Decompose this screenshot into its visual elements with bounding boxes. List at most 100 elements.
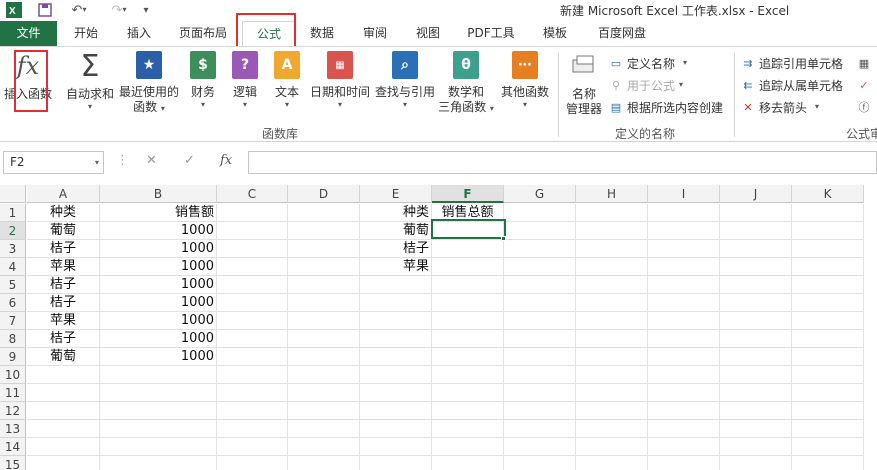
cell-k13[interactable] bbox=[792, 420, 864, 438]
cell-b3[interactable]: 1000 bbox=[100, 240, 217, 258]
cell-a5[interactable]: 桔子 bbox=[27, 276, 100, 294]
cell-k7[interactable] bbox=[792, 312, 864, 330]
tab-view[interactable]: 视图 bbox=[408, 21, 448, 46]
select-all-corner[interactable] bbox=[0, 185, 26, 203]
trace-precedents-button[interactable]: ⇉ 追踪引用单元格 bbox=[740, 53, 843, 73]
cell-g12[interactable] bbox=[504, 402, 576, 420]
tab-home[interactable]: 开始 bbox=[64, 21, 108, 46]
tab-page-layout[interactable]: 页面布局 bbox=[172, 21, 234, 46]
financial-button[interactable]: $ 财务 ▾ bbox=[186, 51, 220, 110]
cell-f11[interactable] bbox=[432, 384, 504, 402]
name-manager-button[interactable]: 名称 管理器 bbox=[562, 51, 606, 117]
cell-j2[interactable] bbox=[720, 222, 792, 240]
row-header-12[interactable]: 12 bbox=[0, 402, 26, 420]
cell-e9[interactable] bbox=[360, 348, 432, 366]
cell-a11[interactable] bbox=[27, 384, 100, 402]
fill-handle[interactable] bbox=[501, 236, 506, 241]
cell-i10[interactable] bbox=[648, 366, 720, 384]
cell-b5[interactable]: 1000 bbox=[100, 276, 217, 294]
show-formulas-icon[interactable]: ▦ bbox=[856, 53, 875, 73]
cell-c7[interactable] bbox=[217, 312, 288, 330]
cell-b14[interactable] bbox=[100, 438, 217, 456]
cell-c3[interactable] bbox=[217, 240, 288, 258]
tab-formulas[interactable]: 公式 bbox=[242, 21, 296, 46]
cell-c2[interactable] bbox=[217, 222, 288, 240]
cell-h1[interactable] bbox=[576, 204, 648, 222]
cell-k15[interactable] bbox=[792, 456, 864, 470]
cell-f13[interactable] bbox=[432, 420, 504, 438]
cell-g10[interactable] bbox=[504, 366, 576, 384]
cell-c1[interactable] bbox=[217, 204, 288, 222]
cell-j13[interactable] bbox=[720, 420, 792, 438]
row-header-13[interactable]: 13 bbox=[0, 420, 26, 438]
redo-icon[interactable]: ↷ ▾ bbox=[104, 1, 134, 19]
cell-i5[interactable] bbox=[648, 276, 720, 294]
cell-c8[interactable] bbox=[217, 330, 288, 348]
column-header-f[interactable]: F bbox=[432, 185, 504, 203]
cell-h10[interactable] bbox=[576, 366, 648, 384]
cell-c6[interactable] bbox=[217, 294, 288, 312]
cell-g14[interactable] bbox=[504, 438, 576, 456]
row-header-1[interactable]: 1 bbox=[0, 204, 26, 222]
cell-d15[interactable] bbox=[288, 456, 360, 470]
cell-h3[interactable] bbox=[576, 240, 648, 258]
cancel-icon[interactable]: ✕ bbox=[146, 153, 157, 168]
cell-e10[interactable] bbox=[360, 366, 432, 384]
cell-i1[interactable] bbox=[648, 204, 720, 222]
cell-j9[interactable] bbox=[720, 348, 792, 366]
cell-b9[interactable]: 1000 bbox=[100, 348, 217, 366]
cell-a4[interactable]: 苹果 bbox=[27, 258, 100, 276]
save-icon[interactable] bbox=[36, 1, 54, 19]
name-box[interactable]: F2 ▾ bbox=[3, 151, 104, 174]
cell-h7[interactable] bbox=[576, 312, 648, 330]
cell-h14[interactable] bbox=[576, 438, 648, 456]
recently-used-button[interactable]: ★ 最近使用的 函数 ▾ bbox=[118, 51, 180, 115]
cell-i6[interactable] bbox=[648, 294, 720, 312]
cell-f14[interactable] bbox=[432, 438, 504, 456]
cell-j1[interactable] bbox=[720, 204, 792, 222]
cell-g9[interactable] bbox=[504, 348, 576, 366]
cell-i9[interactable] bbox=[648, 348, 720, 366]
cell-b1[interactable]: 销售额 bbox=[100, 204, 217, 222]
cell-h9[interactable] bbox=[576, 348, 648, 366]
cell-j11[interactable] bbox=[720, 384, 792, 402]
cell-f12[interactable] bbox=[432, 402, 504, 420]
cell-a2[interactable]: 葡萄 bbox=[27, 222, 100, 240]
cell-a13[interactable] bbox=[27, 420, 100, 438]
cell-e12[interactable] bbox=[360, 402, 432, 420]
cell-b13[interactable] bbox=[100, 420, 217, 438]
cell-g8[interactable] bbox=[504, 330, 576, 348]
insert-function-button[interactable]: fx 插入函数 bbox=[4, 51, 52, 102]
cell-b15[interactable] bbox=[100, 456, 217, 470]
cell-c12[interactable] bbox=[217, 402, 288, 420]
cell-e15[interactable] bbox=[360, 456, 432, 470]
cell-j7[interactable] bbox=[720, 312, 792, 330]
math-trig-button[interactable]: θ 数学和 三角函数 ▾ bbox=[438, 51, 494, 115]
tab-data[interactable]: 数据 bbox=[302, 21, 342, 46]
error-checking-icon[interactable]: ✓ bbox=[856, 75, 875, 95]
cell-e4[interactable]: 苹果 bbox=[360, 258, 432, 276]
cell-a8[interactable]: 桔子 bbox=[27, 330, 100, 348]
undo-icon[interactable]: ↶ ▾ bbox=[64, 1, 94, 19]
cell-d4[interactable] bbox=[288, 258, 360, 276]
cell-c14[interactable] bbox=[217, 438, 288, 456]
cell-b7[interactable]: 1000 bbox=[100, 312, 217, 330]
cell-i4[interactable] bbox=[648, 258, 720, 276]
cell-e2[interactable]: 葡萄 bbox=[360, 222, 432, 240]
more-functions-button[interactable]: ⋯ 其他函数 ▾ bbox=[498, 51, 552, 110]
cell-k3[interactable] bbox=[792, 240, 864, 258]
cell-g2[interactable] bbox=[504, 222, 576, 240]
cell-k12[interactable] bbox=[792, 402, 864, 420]
cell-k14[interactable] bbox=[792, 438, 864, 456]
cell-i7[interactable] bbox=[648, 312, 720, 330]
create-from-selection-button[interactable]: ▤ 根据所选内容创建 bbox=[608, 97, 723, 117]
cell-e14[interactable] bbox=[360, 438, 432, 456]
lookup-button[interactable]: ⌕ 查找与引用 ▾ bbox=[374, 51, 436, 110]
row-header-6[interactable]: 6 bbox=[0, 294, 26, 312]
cell-d11[interactable] bbox=[288, 384, 360, 402]
cell-d13[interactable] bbox=[288, 420, 360, 438]
cell-h13[interactable] bbox=[576, 420, 648, 438]
cell-f5[interactable] bbox=[432, 276, 504, 294]
cell-h5[interactable] bbox=[576, 276, 648, 294]
column-header-e[interactable]: E bbox=[360, 185, 432, 203]
